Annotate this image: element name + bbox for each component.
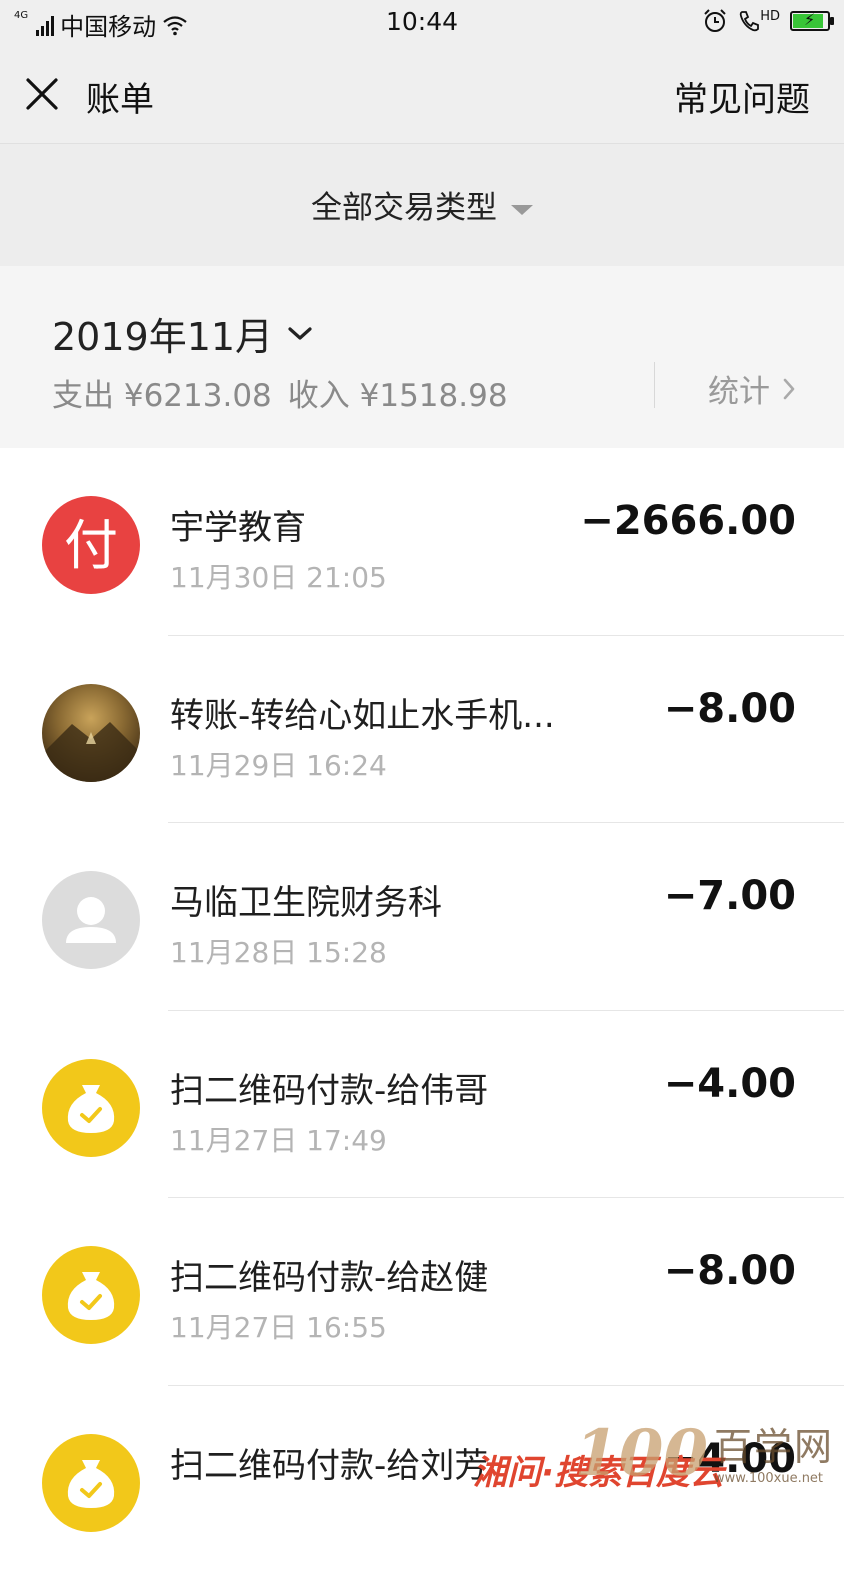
transaction-time: 11月30日 21:05 (170, 556, 387, 596)
transaction-amount: −8.00 (664, 686, 796, 732)
transaction-time: 11月27日 16:55 (170, 1306, 387, 1346)
money-bag-avatar (42, 1246, 140, 1344)
month-summary: 支出 ¥6213.08 收入 ¥1518.98 (52, 370, 508, 415)
month-header: 2019年11月 支出 ¥6213.08 收入 ¥1518.98 统计 (0, 266, 844, 448)
hd-label: HD (760, 9, 780, 24)
month-selector[interactable]: 2019年11月 (52, 306, 313, 361)
stats-label: 统计 (708, 366, 770, 411)
transaction-amount: −4.00 (664, 1061, 796, 1107)
faq-link[interactable]: 常见问题 (674, 72, 810, 121)
person-icon (42, 871, 140, 969)
money-bag-icon (42, 1059, 140, 1157)
money-bag-avatar (42, 1434, 140, 1532)
transaction-type-filter[interactable]: 全部交易类型 (0, 182, 844, 227)
transaction-time: 11月28日 15:28 (170, 931, 387, 971)
transaction-list: 付 宇学教育 11月30日 21:05 −2666.00 转账-转给心如止水手机… (0, 448, 844, 1573)
nav-bar: 账单 常见问题 (0, 46, 844, 144)
page-title: 账单 (86, 72, 154, 121)
svg-text:付: 付 (64, 514, 118, 577)
chevron-down-icon (287, 325, 313, 343)
status-bar: 4G 中国移动 10:44 HD ⚡ (0, 0, 844, 46)
transaction-amount: −7.00 (664, 873, 796, 919)
transaction-row[interactable]: 转账-转给心如止水手机... 11月29日 16:24 −8.00 (0, 636, 844, 824)
transaction-time: 11月29日 16:24 (170, 744, 387, 784)
phone-icon (738, 9, 760, 33)
transaction-amount: −2666.00 (580, 498, 796, 544)
expense-total: 支出 ¥6213.08 (52, 378, 272, 414)
income-total: 收入 ¥1518.98 (288, 378, 508, 414)
filter-bar: 全部交易类型 (0, 144, 844, 266)
photo-avatar-image (42, 684, 140, 782)
transaction-row[interactable]: 马临卫生院财务科 11月28日 15:28 −7.00 (0, 823, 844, 1011)
transaction-time: 11月27日 17:49 (170, 1119, 387, 1159)
money-bag-avatar (42, 1059, 140, 1157)
transaction-name: 马临卫生院财务科 (170, 875, 442, 924)
transaction-name: 扫二维码付款-给赵健 (170, 1250, 488, 1299)
default-person-avatar (42, 871, 140, 969)
month-label: 2019年11月 (52, 306, 273, 361)
close-icon[interactable] (22, 74, 62, 114)
battery-icon: ⚡ (790, 11, 830, 31)
pay-logo-icon: 付 (42, 496, 140, 594)
transaction-row[interactable]: 扫二维码付款-给赵健 11月27日 16:55 −8.00 (0, 1198, 844, 1386)
photo-avatar (42, 684, 140, 782)
caret-down-icon (511, 205, 533, 215)
transaction-row[interactable]: 付 宇学教育 11月30日 21:05 −2666.00 (0, 448, 844, 636)
filter-label: 全部交易类型 (311, 190, 497, 226)
divider (654, 362, 655, 408)
transaction-name: 扫二维码付款-给刘芳 (170, 1438, 488, 1487)
transaction-name: 扫二维码付款-给伟哥 (170, 1063, 488, 1112)
alarm-icon (702, 8, 728, 34)
status-right: HD ⚡ (702, 8, 830, 34)
pay-logo-avatar: 付 (42, 496, 140, 594)
hd-call-indicator: HD (738, 9, 780, 33)
transaction-name: 宇学教育 (170, 500, 306, 549)
transaction-row[interactable]: 扫二维码付款-给伟哥 11月27日 17:49 −4.00 (0, 1011, 844, 1199)
money-bag-icon (42, 1434, 140, 1532)
transaction-name: 转账-转给心如止水手机... (170, 688, 555, 737)
chevron-right-icon (782, 377, 796, 401)
watermark-slogan: 湘问·搜索百度云 (473, 1445, 724, 1494)
stats-button[interactable]: 统计 (708, 366, 796, 411)
money-bag-icon (42, 1246, 140, 1344)
transaction-amount: −8.00 (664, 1248, 796, 1294)
